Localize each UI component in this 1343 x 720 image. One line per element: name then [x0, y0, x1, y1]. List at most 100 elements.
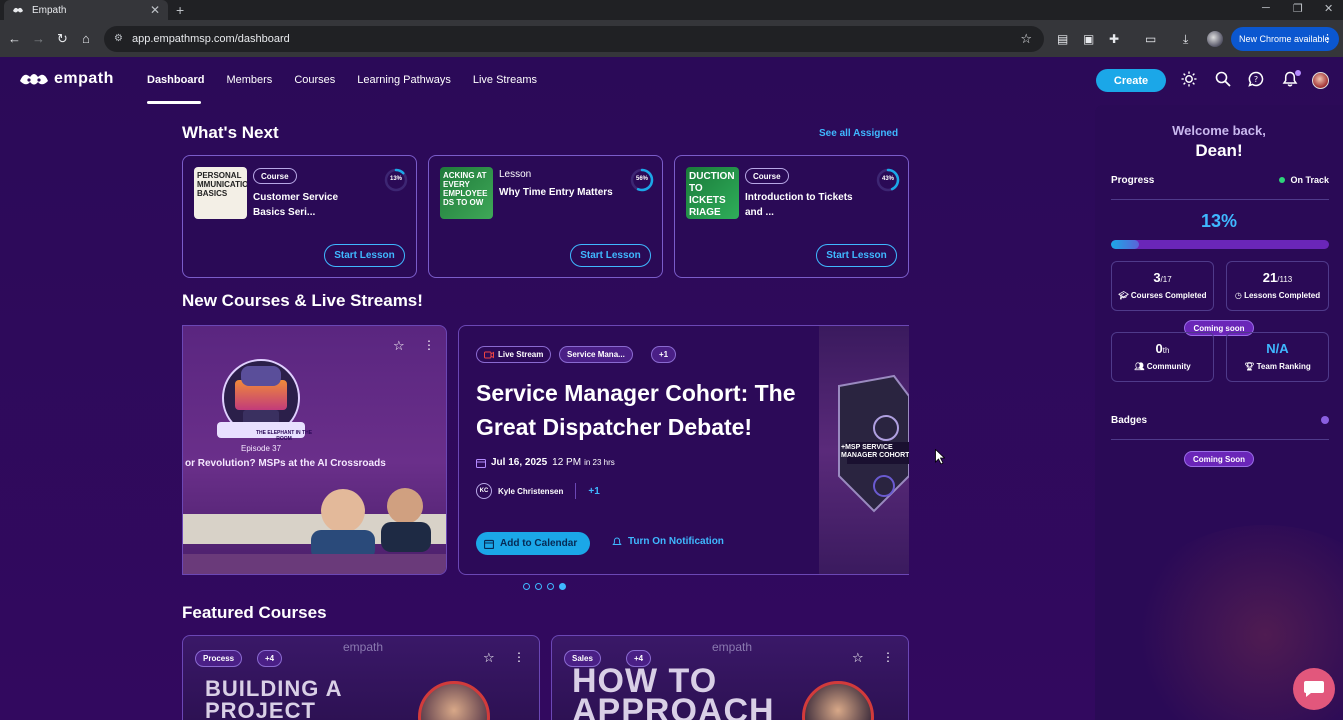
event-art-text: +MSP SERVICE MANAGER COHORT	[841, 444, 909, 459]
start-lesson-button[interactable]: Start Lesson	[324, 244, 405, 267]
carousel-dot-active[interactable]	[559, 583, 566, 590]
trophy-icon: 🏆︎	[1244, 362, 1255, 371]
course-title: Introduction to Tickets and ...	[745, 192, 853, 218]
thumbnail-text: ACKING AT EVERY EMPLOYEE DS TO OW	[443, 171, 488, 207]
carousel-pagination	[523, 583, 566, 590]
extension-2-icon[interactable]: ▣	[1083, 32, 1094, 46]
progress-ring: 56%	[630, 168, 654, 192]
carousel-dot[interactable]	[523, 583, 530, 590]
progress-ring: 13%	[384, 168, 408, 192]
community-rank-value: 0th	[1112, 341, 1213, 356]
courses-completed-label-row: 🎓︎ Courses Completed	[1112, 291, 1213, 300]
more-options-icon[interactable]: ⋮	[423, 338, 435, 352]
search-icon[interactable]	[1215, 71, 1231, 87]
new-tab-icon[interactable]: +	[176, 2, 184, 18]
new-courses-heading: New Courses & Live Streams!	[182, 291, 423, 310]
featured-card-project[interactable]: Process +4 empath ☆ ⋮ BUILDING A PROJECT	[182, 635, 540, 720]
download-icon[interactable]: ⤓	[1183, 32, 1188, 47]
window-close-icon[interactable]: ✕	[1324, 2, 1333, 15]
more-hosts[interactable]: +1	[588, 486, 599, 497]
team-ranking-value: N/A	[1266, 341, 1289, 356]
browser-menu-icon[interactable]: ⋮	[1322, 32, 1333, 45]
courses-completed-count: 3	[1153, 270, 1161, 285]
nav-members[interactable]: Members	[226, 74, 272, 86]
favorite-star-icon[interactable]: ☆	[852, 650, 864, 666]
mouse-cursor-icon	[935, 449, 945, 465]
status-text: On Track	[1290, 175, 1329, 185]
more-categories-chip: +1	[651, 346, 677, 363]
chat-support-button[interactable]	[1293, 668, 1335, 710]
next-card-tickets[interactable]: DUCTION TO ICKETS RIAGE Course Introduct…	[674, 155, 909, 278]
see-all-assigned-link[interactable]: See all Assigned	[819, 128, 898, 139]
more-options-icon[interactable]: ⋮	[513, 650, 525, 664]
lesson-title: Why Time Entry Matters	[499, 187, 613, 198]
extension-icon[interactable]: ▤	[1057, 32, 1068, 46]
notification-indicator	[1295, 70, 1301, 76]
extensions-puzzle-icon[interactable]: ✚	[1109, 32, 1119, 46]
host-name[interactable]: Kyle Christensen	[498, 487, 563, 496]
progress-percent: 13%	[389, 176, 402, 182]
forward-icon[interactable]: →	[32, 31, 45, 46]
host-divider	[575, 483, 577, 499]
nav-learning-pathways[interactable]: Learning Pathways	[357, 74, 451, 86]
lessons-completed-value: 21/113	[1227, 270, 1328, 285]
home-icon[interactable]: ⌂	[82, 31, 90, 46]
user-avatar[interactable]	[1312, 72, 1329, 89]
next-card-customer-service[interactable]: PERSONAL MMUNICATIO BASICS Course Custom…	[182, 155, 417, 278]
overall-progress-fill	[1111, 240, 1140, 249]
carousel-dot[interactable]	[535, 583, 542, 590]
minimize-icon[interactable]: ─	[1262, 2, 1270, 14]
chrome-update-button[interactable]: New Chrome available ⋮	[1231, 27, 1339, 51]
course-title: Customer Service Basics Seri...	[253, 192, 339, 218]
status-badge: On Track	[1279, 175, 1329, 185]
start-lesson-button[interactable]: Start Lesson	[816, 244, 897, 267]
create-button[interactable]: Create	[1096, 69, 1166, 92]
courses-completed-stat: 3/17 🎓︎ Courses Completed	[1111, 261, 1214, 311]
status-dot	[1279, 177, 1286, 183]
logo-text: empath	[54, 70, 114, 87]
tab-title: Empath	[32, 4, 67, 16]
maximize-icon[interactable]: ❐	[1293, 2, 1303, 15]
lesson-thumbnail: ACKING AT EVERY EMPLOYEE DS TO OW	[440, 167, 493, 219]
user-name: Dean!	[1195, 141, 1243, 160]
start-lesson-button[interactable]: Start Lesson	[570, 244, 651, 267]
site-info-icon[interactable]: ⚙	[114, 33, 123, 44]
badges-label: Badges	[1111, 415, 1148, 426]
welcome-text: Welcome back,	[1172, 123, 1266, 138]
add-to-calendar-button[interactable]: Add to Calendar	[476, 532, 590, 555]
reload-icon[interactable]: ↻	[57, 31, 68, 47]
progress-label: Progress	[1111, 175, 1155, 186]
more-options-icon[interactable]: ⋮	[882, 650, 894, 664]
thumbnail-text: DUCTION TO ICKETS RIAGE	[689, 171, 735, 218]
stream-card-service-manager-cohort[interactable]: Live Stream Service Mana... +1 Service M…	[458, 325, 909, 575]
logo[interactable]: empath	[18, 69, 114, 89]
tab-close-icon[interactable]: ✕	[150, 3, 160, 17]
next-card-time-entry[interactable]: ACKING AT EVERY EMPLOYEE DS TO OW Lesson…	[428, 155, 663, 278]
turn-on-notification-button[interactable]: Turn On Notification	[612, 536, 724, 547]
calendar-add-icon	[484, 539, 494, 549]
theme-toggle-sun-icon[interactable]	[1181, 71, 1197, 87]
progress-percent: 43%	[881, 176, 894, 182]
featured-big-text-2: PROJECT	[205, 698, 316, 720]
event-artwork: +MSP SERVICE MANAGER COHORT	[819, 326, 909, 574]
lessons-completed-count: 21	[1262, 270, 1278, 285]
bell-icon	[612, 536, 622, 545]
nav-dashboard[interactable]: Dashboard	[147, 74, 204, 86]
nav-courses[interactable]: Courses	[294, 74, 335, 86]
host-avatar: KC	[476, 483, 492, 499]
browser-profile-avatar[interactable]	[1207, 31, 1223, 47]
stream-card-elephant-room[interactable]: THE ELEPHANT IN THE ROOM Episode 37 or R…	[182, 325, 447, 575]
bookmark-star-icon[interactable]: ☆	[1020, 31, 1032, 47]
tab-search-icon[interactable]: ▭	[1145, 32, 1156, 46]
featured-card-sales[interactable]: Sales +4 empath ☆ ⋮ HOW TO APPROACH	[551, 635, 909, 720]
favorite-star-icon[interactable]: ☆	[483, 650, 495, 666]
favorite-star-icon[interactable]: ☆	[393, 338, 405, 354]
messages-icon[interactable]: ?	[1248, 71, 1264, 87]
address-bar[interactable]: ⚙ app.empathmsp.com/dashboard ☆	[104, 26, 1044, 52]
badges-info-icon[interactable]	[1321, 416, 1329, 424]
browser-tab[interactable]: Empath ✕	[4, 0, 168, 20]
carousel-dot[interactable]	[547, 583, 554, 590]
nav-live-streams[interactable]: Live Streams	[473, 74, 537, 86]
back-icon[interactable]: ←	[8, 31, 21, 46]
community-label-row: 👥︎ Community	[1112, 362, 1213, 371]
